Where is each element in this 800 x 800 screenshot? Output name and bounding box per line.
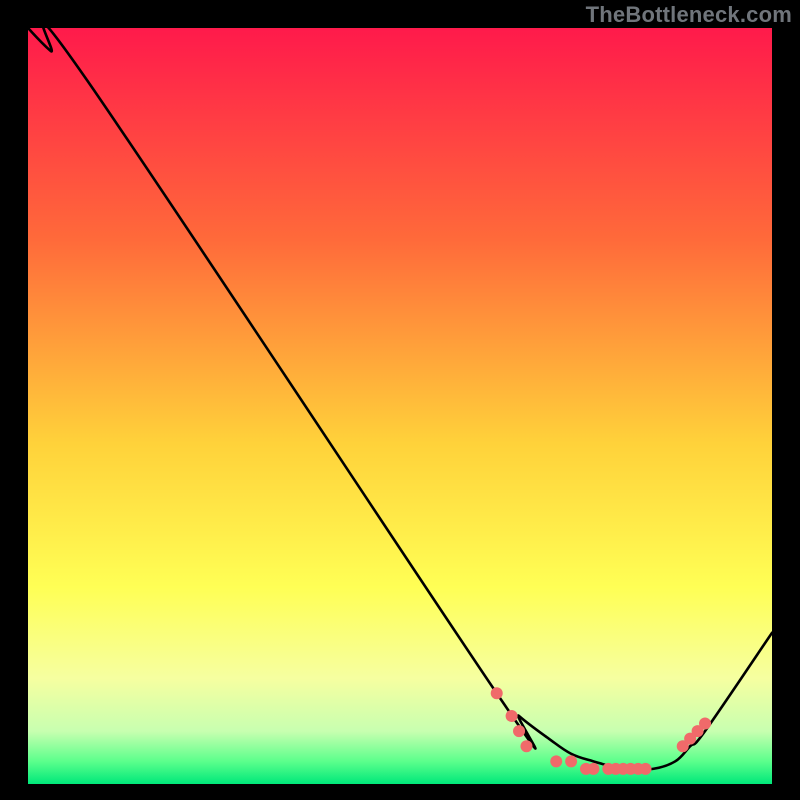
chart-svg [28, 28, 772, 784]
data-marker [565, 755, 577, 767]
data-marker [587, 763, 599, 775]
data-marker [640, 763, 652, 775]
chart-stage: TheBottleneck.com [0, 0, 800, 800]
data-marker [699, 718, 711, 730]
data-marker [491, 687, 503, 699]
data-marker [513, 725, 525, 737]
plot-area [28, 28, 772, 784]
watermark-text: TheBottleneck.com [586, 2, 792, 28]
data-marker [506, 710, 518, 722]
gradient-rect [28, 28, 772, 784]
data-marker [550, 755, 562, 767]
data-marker [520, 740, 532, 752]
